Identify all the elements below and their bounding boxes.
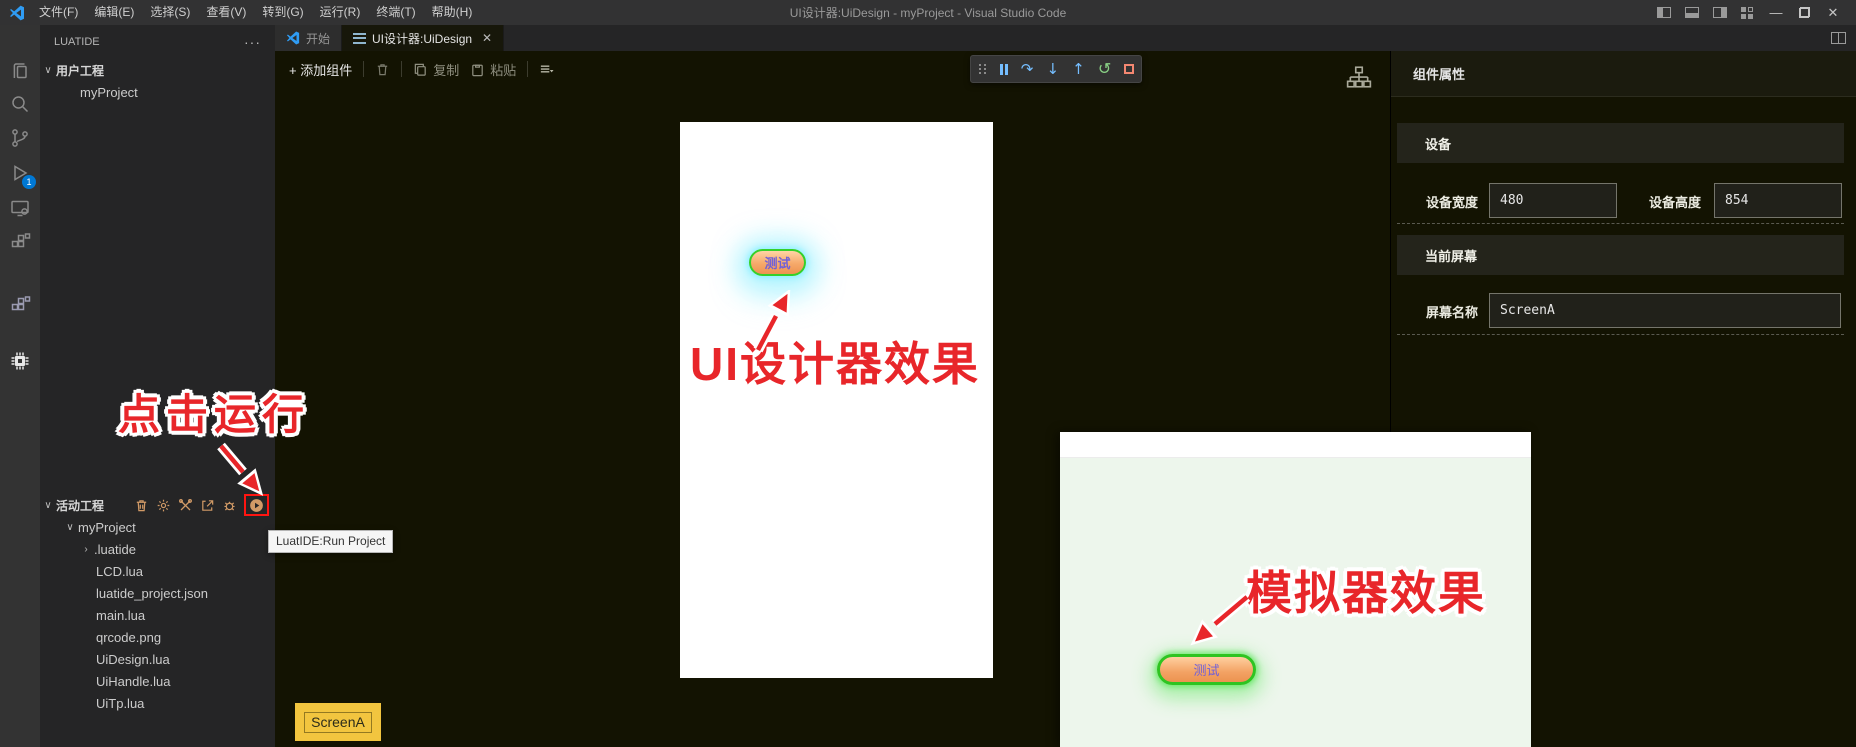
tree-item-luatide-folder[interactable]: › .luatide bbox=[40, 538, 275, 560]
source-control-icon[interactable] bbox=[8, 126, 32, 150]
tree-item-uihandle-lua[interactable]: UiHandle.lua bbox=[40, 670, 275, 692]
pause-icon[interactable] bbox=[999, 63, 1008, 75]
screen-name-input[interactable] bbox=[1489, 293, 1841, 328]
step-over-icon[interactable]: ↷ bbox=[1021, 61, 1034, 77]
debug-toolbar: ↷ ↓ ↑ ↺ bbox=[970, 55, 1142, 83]
toggle-sidebar-icon[interactable] bbox=[1657, 7, 1671, 18]
debug-bug-icon[interactable] bbox=[222, 498, 237, 513]
close-button[interactable]: ✕ bbox=[1824, 5, 1842, 21]
luatide-view-icon[interactable] bbox=[8, 294, 32, 318]
sidebar-title: LUATIDE bbox=[54, 36, 100, 48]
explorer-icon[interactable] bbox=[8, 58, 32, 82]
stop-icon[interactable] bbox=[1124, 64, 1135, 74]
designer-test-button[interactable]: 测试 bbox=[749, 249, 806, 276]
component-tree-icon[interactable] bbox=[1346, 64, 1372, 90]
layer-menu-icon[interactable] bbox=[539, 62, 554, 77]
tree-item-project-json[interactable]: luatide_project.json bbox=[40, 582, 275, 604]
device-width-label: 设备宽度 bbox=[1426, 195, 1479, 210]
panel-title: 组件属性 bbox=[1391, 51, 1856, 97]
menu-run[interactable]: 运行(R) bbox=[312, 0, 369, 25]
delete-project-icon[interactable] bbox=[134, 498, 149, 513]
section-user-project[interactable]: ∨ 用户工程 bbox=[40, 59, 275, 81]
menu-view[interactable]: 查看(V) bbox=[198, 0, 254, 25]
menu-edit[interactable]: 编辑(E) bbox=[86, 0, 142, 25]
search-icon[interactable] bbox=[8, 92, 32, 116]
tools-icon[interactable] bbox=[178, 498, 193, 513]
step-into-icon[interactable]: ↓ bbox=[1046, 61, 1059, 77]
delete-component-button[interactable] bbox=[375, 62, 390, 77]
vscode-window: 文件(F) 编辑(E) 选择(S) 查看(V) 转到(G) 运行(R) 终端(T… bbox=[0, 0, 1856, 747]
arrow-to-run-button bbox=[217, 442, 264, 496]
export-icon[interactable] bbox=[200, 498, 215, 513]
vscode-logo-icon bbox=[10, 5, 24, 20]
run-project-icon[interactable] bbox=[249, 498, 264, 513]
tree-item-lcd-lua[interactable]: LCD.lua bbox=[40, 560, 275, 582]
section-device[interactable]: 设备 bbox=[1397, 123, 1844, 163]
section-current-screen[interactable]: 当前屏幕 bbox=[1397, 235, 1844, 275]
sidebar-luatide: LUATIDE ··· ∨ 用户工程 myProject ∨ 活动工程 ∨ my… bbox=[40, 25, 275, 747]
titlebar: 文件(F) 编辑(E) 选择(S) 查看(V) 转到(G) 运行(R) 终端(T… bbox=[0, 0, 1856, 25]
restart-icon[interactable]: ↺ bbox=[1098, 61, 1111, 77]
tree-item-uitp-lua[interactable]: UiTp.lua bbox=[40, 692, 275, 714]
luatide-chip-icon[interactable] bbox=[8, 349, 32, 373]
split-editor-icon[interactable] bbox=[1831, 32, 1846, 44]
paste-button[interactable]: 粘贴 bbox=[470, 60, 516, 79]
chevron-down-icon: ∨ bbox=[44, 499, 52, 511]
tab-ui-designer[interactable]: UI设计器:UiDesign ✕ bbox=[342, 25, 505, 51]
menu-help[interactable]: 帮助(H) bbox=[424, 0, 481, 25]
device-width-input[interactable] bbox=[1489, 183, 1617, 218]
tab-start[interactable]: 开始 bbox=[275, 25, 343, 51]
more-actions-icon[interactable]: ··· bbox=[244, 34, 261, 50]
vscode-logo-icon bbox=[286, 31, 300, 45]
device-height-input[interactable] bbox=[1714, 183, 1842, 218]
close-tab-icon[interactable]: ✕ bbox=[482, 31, 492, 45]
editor-tabbar: 开始 UI设计器:UiDesign ✕ bbox=[275, 25, 1856, 51]
run-debug-icon[interactable]: 1 bbox=[8, 161, 36, 189]
toggle-secondary-sidebar-icon[interactable] bbox=[1713, 7, 1727, 18]
restore-button[interactable] bbox=[1799, 7, 1810, 18]
minimize-button[interactable]: — bbox=[1767, 5, 1785, 20]
step-out-icon[interactable]: ↑ bbox=[1072, 61, 1085, 77]
screen-name-label: 屏幕名称 bbox=[1426, 305, 1479, 320]
menu-terminal[interactable]: 终端(T) bbox=[368, 0, 423, 25]
extensions-icon[interactable] bbox=[8, 231, 32, 255]
simulator-test-button[interactable]: 测试 bbox=[1157, 654, 1256, 685]
webview-icon bbox=[353, 32, 367, 44]
tree-item-user-myproject[interactable]: myProject bbox=[40, 81, 275, 103]
tree-item-main-lua[interactable]: main.lua bbox=[40, 604, 275, 626]
activity-bar: 1 bbox=[0, 25, 40, 747]
customize-layout-icon[interactable] bbox=[1741, 6, 1753, 19]
chevron-down-icon: ∨ bbox=[44, 64, 52, 76]
screen-tab[interactable]: ScreenA bbox=[295, 703, 381, 741]
arrow-to-simulator-button bbox=[1190, 593, 1251, 646]
drag-handle-icon[interactable] bbox=[978, 63, 987, 75]
menu-file[interactable]: 文件(F) bbox=[31, 0, 86, 25]
remote-explorer-icon[interactable] bbox=[8, 196, 32, 220]
toggle-panel-icon[interactable] bbox=[1685, 7, 1699, 18]
arrow-to-designer-button bbox=[753, 290, 791, 353]
menu-goto[interactable]: 转到(G) bbox=[254, 0, 311, 25]
tree-item-uidesign-lua[interactable]: UiDesign.lua bbox=[40, 648, 275, 670]
annotation-click-run: 点击运行 bbox=[118, 391, 311, 438]
device-height-label: 设备高度 bbox=[1649, 195, 1702, 210]
menu-selection[interactable]: 选择(S) bbox=[142, 0, 198, 25]
annotation-simulator-effect: 模拟器效果 bbox=[1246, 567, 1486, 619]
chevron-down-icon: ∨ bbox=[66, 521, 74, 533]
tree-item-qrcode-png[interactable]: qrcode.png bbox=[40, 626, 275, 648]
annotation-designer-effect: UI设计器效果 bbox=[690, 338, 980, 390]
settings-icon[interactable] bbox=[156, 498, 171, 513]
tree-item-myproject[interactable]: ∨ myProject bbox=[40, 516, 275, 538]
run-project-tooltip: LuatIDE:Run Project bbox=[268, 530, 394, 553]
add-component-button[interactable]: + 添加组件 bbox=[289, 60, 352, 79]
designer-toolbar: + 添加组件 复制 粘贴 bbox=[275, 55, 554, 83]
chevron-right-icon: › bbox=[84, 543, 88, 555]
design-canvas[interactable]: 测试 bbox=[680, 122, 993, 678]
debug-badge: 1 bbox=[22, 175, 36, 189]
copy-button[interactable]: 复制 bbox=[413, 60, 459, 79]
simulator-titlebar bbox=[1060, 432, 1531, 458]
